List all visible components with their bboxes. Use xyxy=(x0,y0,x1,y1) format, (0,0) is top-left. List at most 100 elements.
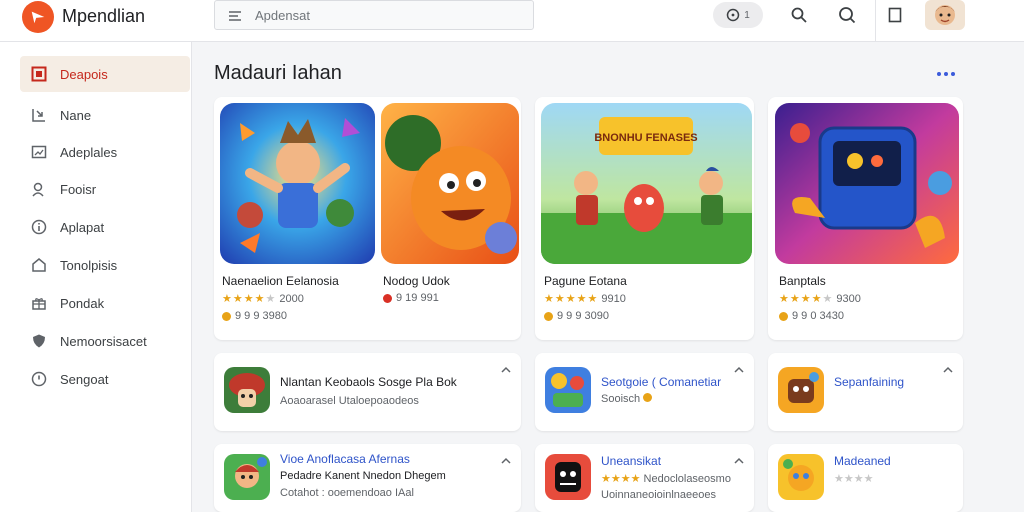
list-item[interactable]: Sepanfaining xyxy=(768,353,963,431)
badge-icon xyxy=(383,293,392,303)
rating-count: 2000 xyxy=(279,293,304,305)
app-title: Mpendlian xyxy=(62,6,146,26)
more-options-button[interactable] xyxy=(934,64,958,84)
meta-text: 9 19 991 xyxy=(396,292,439,304)
app-thumbnail-yellow-robot-2 xyxy=(778,454,824,500)
game-meta: 9 9 9 3980 xyxy=(222,310,287,322)
sidebar-item-label: Pondak xyxy=(60,295,105,311)
list-item[interactable]: Vioe Anoflacasa Afernas Pedadre Kanent N… xyxy=(214,444,521,512)
game-meta: 9 9 0 3430 xyxy=(779,310,844,322)
section-title: Madauri Iahan xyxy=(214,62,342,84)
sidebar-item-label: Fooisr xyxy=(60,181,97,197)
search-input[interactable]: Apdensat xyxy=(214,0,534,30)
chevron-up-icon[interactable] xyxy=(941,363,955,377)
home-icon xyxy=(30,256,48,274)
bookmark-button[interactable] xyxy=(884,4,906,26)
list-title: Vioe Anoflacasa Afernas xyxy=(280,452,410,466)
list-subtitle: Sooisch xyxy=(601,393,653,405)
list-rating: ★★★★ xyxy=(834,472,873,485)
sidebar-item-adeplales[interactable]: Adeplales xyxy=(20,134,190,170)
sidebar-item-nane[interactable]: Nane xyxy=(20,97,190,133)
square-icon xyxy=(30,65,48,83)
bookmark-icon xyxy=(888,7,902,23)
list-item[interactable]: Seotgoie ( Comanetiar Sooisch xyxy=(535,353,754,431)
shield-icon xyxy=(30,332,48,350)
list-title: Madeaned xyxy=(834,454,891,468)
game-meta: 9 9 9 3090 xyxy=(544,310,609,322)
list-title: Sepanfaining xyxy=(834,375,905,389)
app-thumbnail-black-monster xyxy=(545,454,591,500)
rating-stars-icon: ★★★★ xyxy=(834,473,874,485)
game-art-orange-monster[interactable] xyxy=(381,103,519,264)
import-icon xyxy=(30,106,48,124)
sidebar-item-pondak[interactable]: Pondak xyxy=(20,285,190,321)
game-title[interactable]: Nodog Udok xyxy=(383,274,450,288)
game-art-field-heroes[interactable]: BNONHU FENASES xyxy=(541,103,752,264)
list-item[interactable]: Nlantan Keobaols Sosge Pla Bok Aoaoarase… xyxy=(214,353,521,431)
game-title[interactable]: Naenaelion Eelanosia xyxy=(222,274,339,288)
game-meta: 9 19 991 xyxy=(383,292,439,304)
app-logo-icon[interactable] xyxy=(22,1,54,33)
toolbar-divider xyxy=(875,0,876,42)
game-art-hero-blue[interactable] xyxy=(220,103,375,264)
rating-stars-icon: ★★★★★ xyxy=(779,293,834,305)
game-art-console[interactable] xyxy=(775,103,959,264)
list-item[interactable]: Uneansikat ★★★★ Nedoclolaseosmo Uoinnane… xyxy=(535,444,754,512)
list-title: Nlantan Keobaols Sosge Pla Bok xyxy=(280,375,457,389)
list-detail: Uoinnaneoioinlnaeeoes xyxy=(601,489,716,501)
game-rating: ★★★★★ 2000 xyxy=(222,292,304,305)
sidebar-item-label: Deapois xyxy=(60,66,108,82)
coin-icon xyxy=(643,393,653,402)
chevron-up-icon[interactable] xyxy=(499,454,513,468)
image-icon xyxy=(30,143,48,161)
sidebar-item-aplapat[interactable]: Aplapat xyxy=(20,209,190,245)
zoom-button[interactable] xyxy=(836,4,858,26)
app-thumbnail-blue-puzzle xyxy=(545,367,591,413)
meta-text: 9 9 9 3090 xyxy=(557,310,609,322)
search-placeholder: Apdensat xyxy=(255,8,310,23)
coin-icon xyxy=(222,311,231,321)
rating-count: 9910 xyxy=(601,293,626,305)
game-title[interactable]: Pagune Eotana xyxy=(544,274,627,288)
sidebar-item-label: Sengoat xyxy=(60,371,109,387)
meta-text: 9 9 0 3430 xyxy=(792,310,844,322)
list-detail: Cotahot : ooemendoao IAal xyxy=(280,487,414,499)
sidebar-item-tonolpisis[interactable]: Tonolpisis xyxy=(20,247,190,283)
top-bar: Mpendlian Apdensat 1 xyxy=(0,0,1024,42)
list-title: Seotgoie ( Comanetiar xyxy=(601,375,722,389)
sidebar-item-fooisr[interactable]: Fooisr xyxy=(20,171,190,207)
chevron-up-icon[interactable] xyxy=(499,363,513,377)
sidebar-item-deapois[interactable]: Deapois xyxy=(20,56,190,92)
list-title: Uneansikat xyxy=(601,454,662,468)
chevron-up-icon[interactable] xyxy=(732,454,746,468)
sidebar-item-nemoorsisacet[interactable]: Nemoorsisacet xyxy=(20,323,190,359)
list-subtitle: Pedadre Kanent Nnedon Dhegem xyxy=(280,470,446,482)
rating-stars-icon: ★★★★ xyxy=(601,473,641,485)
app-thumbnail-boy-hero xyxy=(224,454,270,500)
user-icon xyxy=(30,180,48,198)
gift-icon xyxy=(30,294,48,312)
meta-text: 9 9 9 3980 xyxy=(235,310,287,322)
activity-pill-button[interactable]: 1 xyxy=(713,2,763,28)
user-avatar[interactable] xyxy=(925,0,965,30)
chevron-up-icon[interactable] xyxy=(732,363,746,377)
search-icon xyxy=(791,7,807,23)
clock-icon xyxy=(726,8,740,22)
rating-stars-icon: ★★★★★ xyxy=(544,293,599,305)
rating-stars-icon: ★★★★★ xyxy=(222,293,277,305)
list-item[interactable]: Madeaned ★★★★ xyxy=(768,444,963,512)
sidebar-item-label: Aplapat xyxy=(60,219,105,235)
pill-count: 1 xyxy=(744,9,750,21)
coin-icon xyxy=(779,311,788,321)
rating-count: 9300 xyxy=(836,293,861,305)
sidebar-item-sengoat[interactable]: Sengoat xyxy=(20,361,190,397)
game-rating: ★★★★★ 9300 xyxy=(779,292,861,305)
sidebar-item-label: Tonolpisis xyxy=(60,257,118,273)
app-thumbnail-yellow-robot xyxy=(778,367,824,413)
clock-icon xyxy=(30,370,48,388)
search-button[interactable] xyxy=(788,4,810,26)
coin-icon xyxy=(544,311,553,321)
info-icon xyxy=(30,218,48,236)
list-subtitle: Aoaoarasel Utaloepoaodeos xyxy=(280,395,419,407)
game-title[interactable]: Banptals xyxy=(779,274,826,288)
